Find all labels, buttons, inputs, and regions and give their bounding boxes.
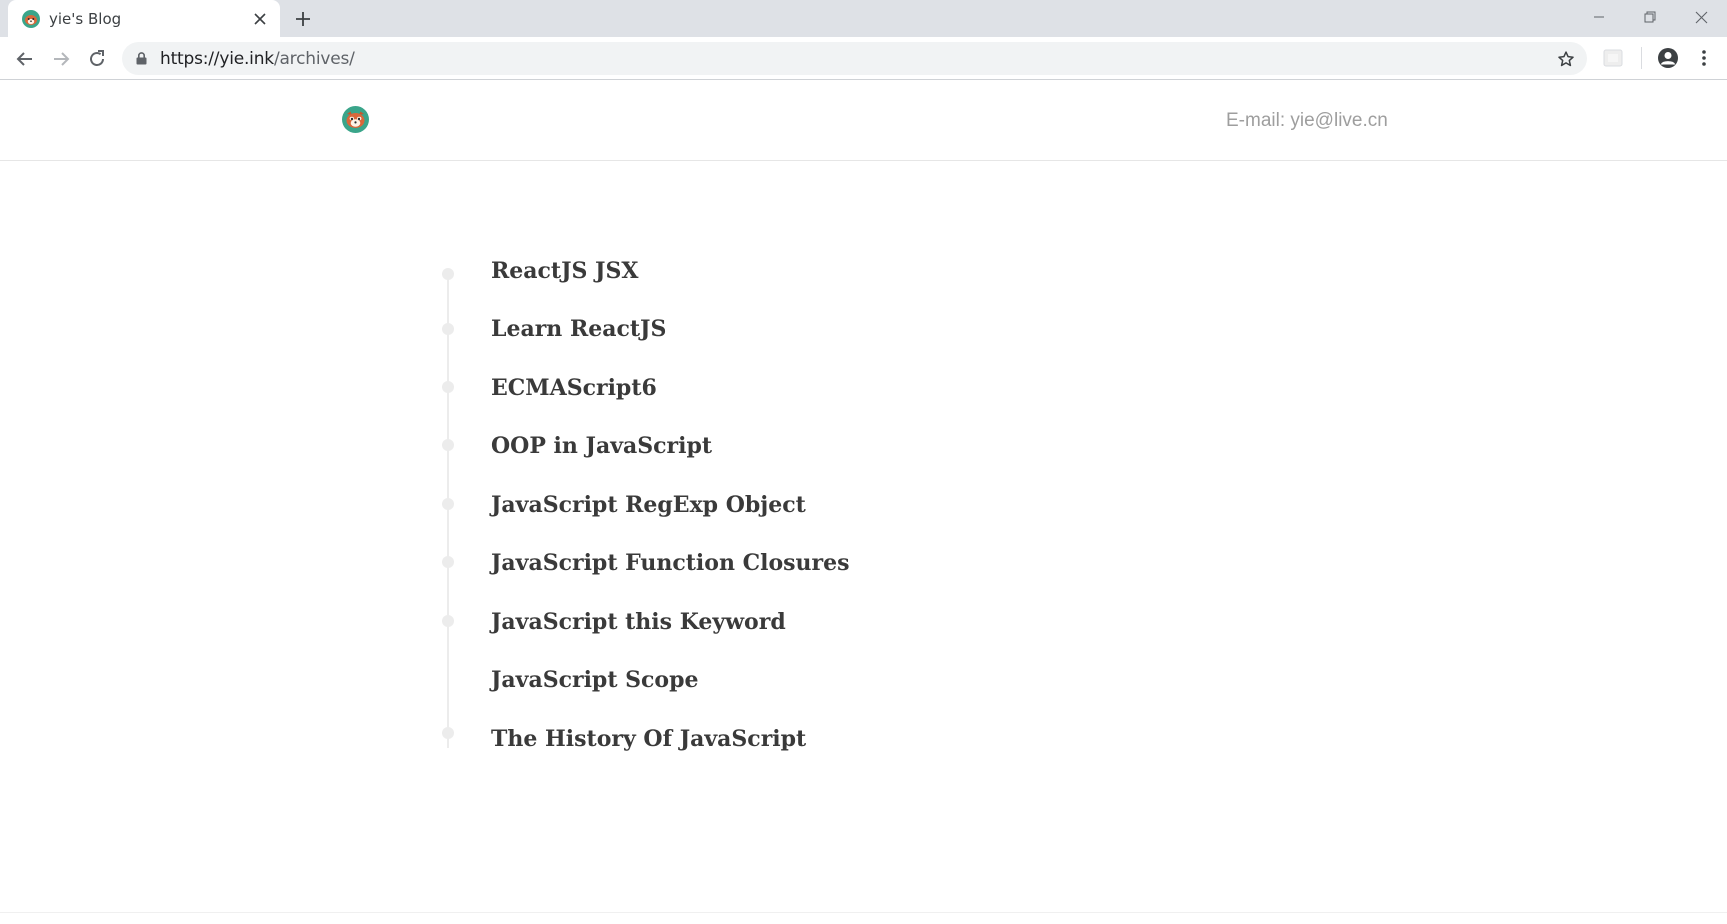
browser-toolbar: https://yie.ink/archives/	[0, 37, 1727, 80]
reload-button[interactable]	[84, 46, 110, 72]
extension-icon[interactable]	[1603, 48, 1623, 68]
site-header: E-mail: yie@live.cn	[0, 80, 1727, 161]
timeline-dot	[442, 439, 454, 451]
list-item: JavaScript Scope	[0, 665, 1727, 705]
list-item: JavaScript this Keyword	[0, 606, 1727, 646]
forward-button[interactable]	[48, 46, 74, 72]
post-title-link[interactable]: Learn ReactJS	[491, 315, 666, 343]
timeline-dot	[442, 381, 454, 393]
list-item: OOP in JavaScript	[0, 431, 1727, 471]
browser-tab[interactable]: yie's Blog	[8, 0, 280, 37]
footer-divider	[0, 912, 1727, 913]
arrow-right-icon	[54, 52, 70, 66]
reload-icon	[90, 50, 104, 66]
tab-close-icon[interactable]	[250, 9, 270, 29]
list-item: Learn ReactJS	[0, 314, 1727, 354]
more-vert-icon	[1702, 50, 1706, 66]
bookmark-star-icon[interactable]	[1555, 48, 1577, 70]
timeline-dot	[442, 615, 454, 627]
post-title-link[interactable]: JavaScript RegExp Object	[491, 491, 806, 519]
list-item: ReactJS JSX	[0, 255, 1727, 295]
profile-button[interactable]	[1656, 46, 1680, 70]
close-icon	[1695, 11, 1707, 23]
url-text: https://yie.ink/archives/	[160, 49, 355, 69]
account-circle-icon	[1658, 48, 1678, 68]
url-path: /archives/	[273, 49, 355, 69]
plus-icon	[296, 12, 310, 26]
back-button[interactable]	[12, 46, 38, 72]
tab-title: yie's Blog	[49, 10, 122, 28]
post-title-link[interactable]: JavaScript Scope	[491, 666, 698, 694]
post-title-link[interactable]: JavaScript Function Closures	[491, 549, 850, 577]
restore-button[interactable]	[1624, 0, 1676, 34]
browser-menu-button[interactable]	[1695, 46, 1713, 70]
list-item: JavaScript Function Closures	[0, 548, 1727, 588]
timeline-dot	[442, 498, 454, 510]
address-bar[interactable]: https://yie.ink/archives/	[122, 42, 1587, 75]
red-panda-avatar[interactable]	[342, 106, 369, 133]
lock-icon	[136, 52, 147, 65]
list-item: JavaScript RegExp Object	[0, 489, 1727, 529]
close-window-button[interactable]	[1675, 0, 1727, 34]
list-item: The History Of JavaScript	[0, 723, 1727, 763]
tab-strip: yie's Blog	[0, 0, 1727, 37]
contact-email[interactable]: E-mail: yie@live.cn	[1226, 110, 1388, 132]
arrow-left-icon	[16, 52, 32, 66]
new-tab-button[interactable]	[292, 8, 314, 30]
minimize-button[interactable]	[1573, 0, 1625, 34]
post-title-link[interactable]: JavaScript this Keyword	[491, 608, 786, 636]
red-panda-icon	[22, 10, 40, 28]
timeline-dot	[442, 268, 454, 280]
timeline-dot	[442, 556, 454, 568]
post-title-link[interactable]: ECMAScript6	[491, 374, 657, 402]
timeline-dot	[442, 323, 454, 335]
list-item: ECMAScript6	[0, 372, 1727, 412]
timeline-dot	[442, 727, 454, 739]
post-title-link[interactable]: The History Of JavaScript	[491, 725, 806, 753]
url-host: https://yie.ink	[160, 49, 274, 69]
post-title-link[interactable]: ReactJS JSX	[491, 257, 638, 285]
post-title-link[interactable]: OOP in JavaScript	[491, 432, 712, 460]
restore-icon	[1644, 11, 1656, 23]
toolbar-divider	[1641, 47, 1642, 69]
minimize-icon	[1594, 16, 1604, 18]
